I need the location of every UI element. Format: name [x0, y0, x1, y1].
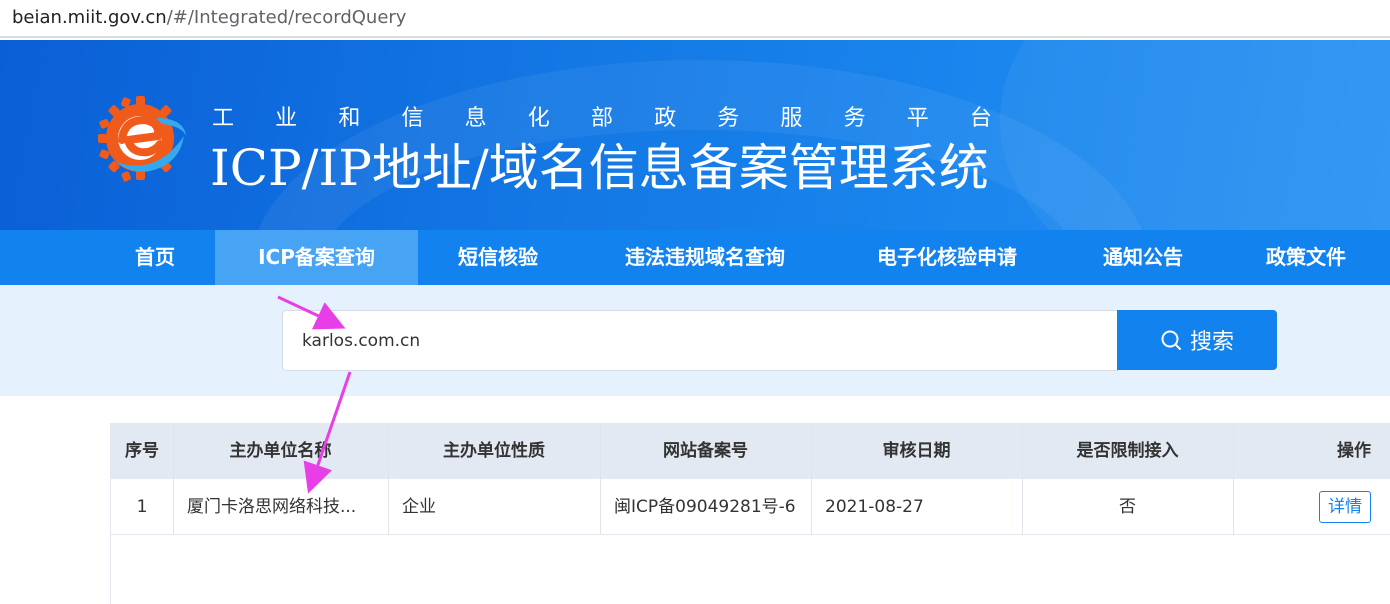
nav-item-notices[interactable]: 通知公告 — [1085, 230, 1201, 285]
browser-url-bar[interactable]: beian.miit.gov.cn/#/Integrated/recordQue… — [0, 0, 1390, 38]
site-banner: 工 业 和 信 息 化 部 政 务 服 务 平 台 ICP/IP地址/域名信息备… — [0, 40, 1390, 230]
nav-item-policy-docs[interactable]: 政策文件 — [1248, 230, 1364, 285]
search-button[interactable]: 搜索 — [1117, 310, 1277, 370]
column-header: 网站备案号 — [663, 441, 748, 461]
column-header: 是否限制接入 — [1076, 441, 1179, 461]
search-icon — [1161, 330, 1181, 350]
main-nav: 首页 ICP备案查询 短信核验 违法违规域名查询 电子化核验申请 通知公告 政策… — [0, 230, 1390, 285]
column-header: 序号 — [125, 441, 159, 461]
column-divider — [811, 479, 812, 535]
nav-item-sms-verify[interactable]: 短信核验 — [440, 230, 556, 285]
column-divider — [600, 479, 601, 535]
search-button-label: 搜索 — [1189, 330, 1234, 355]
column-header: 审核日期 — [882, 441, 951, 461]
column-header: 主办单位名称 — [229, 441, 332, 461]
nav-item-illegal-domain-query[interactable]: 违法违规域名查询 — [600, 230, 810, 285]
column-divider — [388, 479, 389, 535]
nav-item-e-verify-apply[interactable]: 电子化核验申请 — [858, 230, 1036, 285]
column-header: 主办单位性质 — [443, 441, 545, 461]
nav-item-home[interactable]: 首页 — [115, 230, 195, 285]
url-text[interactable]: beian.miit.gov.cn/#/Integrated/recordQue… — [12, 7, 406, 28]
cell-org-type: 企业 — [402, 497, 436, 517]
cell-record-no: 闽ICP备09049281号-6 — [614, 497, 796, 517]
column-divider — [1233, 479, 1234, 535]
page-title: ICP/IP地址/域名信息备案管理系统 — [210, 139, 989, 197]
table-header-row: 序号 主办单位名称 主办单位性质 网站备案号 审核日期 是否限制接入 操作 — [111, 423, 1390, 479]
table-row: 1 厦门卡洛思网络科技... 企业 闽ICP备09049281号-6 2021-… — [111, 479, 1390, 535]
column-header: 操作 — [1337, 441, 1371, 461]
cell-review-date: 2021-08-27 — [825, 497, 924, 517]
url-host: beian.miit.gov.cn — [12, 7, 167, 28]
details-button[interactable]: 详情 — [1319, 491, 1371, 523]
banner-decoration — [1000, 40, 1390, 230]
cell-index: 1 — [136, 497, 148, 517]
nav-item-icp-query[interactable]: ICP备案查询 — [215, 230, 418, 285]
cell-org-name: 厦门卡洛思网络科技... — [187, 497, 357, 517]
url-path: /#/Integrated/recordQuery — [166, 7, 407, 28]
site-logo-icon — [98, 96, 186, 182]
column-divider — [173, 479, 174, 535]
results-table: 序号 主办单位名称 主办单位性质 网站备案号 审核日期 是否限制接入 操作 1 … — [110, 423, 1390, 604]
search-input[interactable] — [282, 310, 1118, 371]
cell-restricted: 否 — [1119, 497, 1136, 517]
